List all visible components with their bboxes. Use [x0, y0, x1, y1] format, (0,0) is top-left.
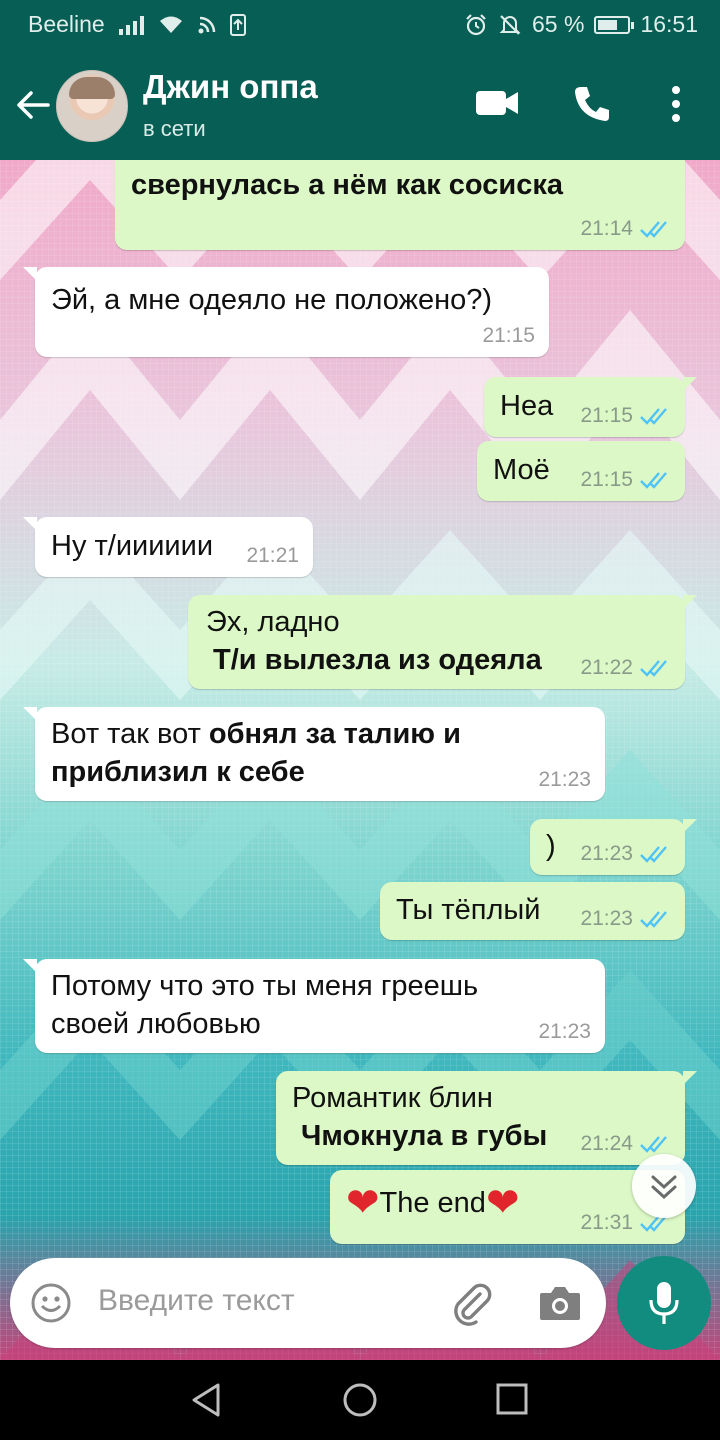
read-ticks-icon	[640, 1136, 667, 1153]
avatar[interactable]	[56, 70, 128, 142]
message-composer: Введите текст	[10, 1258, 606, 1348]
read-ticks-icon	[640, 660, 667, 677]
message-text-line1: Эх, ладно	[206, 606, 340, 638]
scroll-to-bottom-button[interactable]	[632, 1154, 696, 1218]
phone-icon[interactable]	[572, 84, 612, 124]
battery-percent: 65 %	[532, 11, 585, 37]
message-incoming[interactable]: Ну т/ииииии 21:21	[23, 517, 313, 577]
message-outgoing[interactable]: ) 21:23	[530, 819, 697, 875]
message-time: 21:15	[580, 468, 633, 491]
data-icon	[198, 16, 215, 33]
signal-icon	[118, 15, 144, 35]
message-text: Моё	[493, 454, 550, 486]
message-text: Неа	[500, 390, 554, 422]
message-time: 21:23	[580, 907, 633, 930]
message-incoming[interactable]: Эй, а мне одеяло не положено?) 21:15	[23, 267, 549, 357]
chevron-double-down-icon	[651, 1175, 677, 1200]
back-nav-icon[interactable]	[190, 1382, 222, 1418]
message-text: )	[546, 830, 556, 862]
message-text-line2: Чмокнула в губы	[301, 1120, 548, 1152]
read-ticks-icon	[640, 846, 667, 863]
read-ticks-icon	[640, 221, 667, 238]
back-arrow-icon[interactable]	[14, 86, 52, 124]
message-time: 21:23	[538, 1020, 591, 1043]
message-time: 21:14	[580, 217, 633, 240]
message-text-line2: приблизил к себе	[51, 756, 305, 788]
message-text-line2: своей любовью	[51, 1008, 261, 1040]
message-time: 21:23	[580, 842, 633, 865]
camera-icon[interactable]	[538, 1284, 582, 1322]
status-bar: Beeline 65 % 16:51	[0, 0, 720, 48]
read-ticks-icon	[640, 472, 667, 489]
contact-status: в сети	[143, 116, 206, 141]
message-outgoing[interactable]: Эх, ладно Т/и вылезла из одеяла 21:22	[188, 595, 697, 689]
read-ticks-icon	[640, 911, 667, 928]
more-vert-icon[interactable]	[668, 84, 684, 124]
home-nav-icon[interactable]	[342, 1382, 378, 1418]
message-incoming[interactable]: Вот так вот обнял за талию и приблизил к…	[23, 707, 605, 801]
chat-area[interactable]: свернулась а нём как сосиска 21:14 Эй, а…	[0, 160, 720, 1360]
mic-button[interactable]	[617, 1256, 711, 1350]
message-text-line1: Потому что это ты меня греешь	[51, 970, 479, 1002]
message-time: 21:24	[580, 1132, 633, 1155]
carrier-label: Beeline	[28, 11, 105, 37]
message-text: Эй, а мне одеяло не положено?)	[51, 284, 493, 316]
message-time: 21:31	[580, 1211, 633, 1234]
recents-nav-icon[interactable]	[496, 1383, 528, 1415]
message-text-line1: Вот так вот обнял за талию и	[51, 718, 461, 750]
heart-emoji: ❤	[346, 1181, 380, 1225]
message-text: ❤ The end ❤	[346, 1181, 520, 1225]
clock: 16:51	[640, 11, 698, 37]
message-incoming[interactable]: Потому что это ты меня греешь своей любо…	[23, 959, 605, 1053]
message-time: 21:23	[538, 768, 591, 791]
video-call-icon[interactable]	[474, 88, 520, 118]
message-time: 21:22	[580, 656, 633, 679]
system-nav-bar	[0, 1360, 720, 1440]
attach-icon[interactable]	[450, 1282, 494, 1326]
message-outgoing[interactable]: Моё 21:15	[477, 441, 685, 501]
message-outgoing[interactable]: Ты тёплый 21:23	[380, 882, 685, 940]
sim-icon	[229, 13, 246, 36]
message-input[interactable]: Введите текст	[98, 1284, 295, 1318]
message-outgoing[interactable]: Романтик блин Чмокнула в губы 21:24	[276, 1071, 697, 1165]
message-time: 21:21	[246, 544, 299, 567]
mic-icon	[649, 1282, 679, 1324]
battery-icon	[594, 15, 635, 34]
alarm-icon	[466, 13, 486, 35]
message-time: 21:15	[482, 324, 535, 347]
emoji-icon[interactable]	[30, 1282, 72, 1324]
chat-header: Джин оппа в сети	[0, 48, 720, 160]
message-text: Ну т/ииииии	[51, 530, 214, 562]
message-time: 21:15	[580, 404, 633, 427]
message-text: свернулась а нём как сосиска	[131, 169, 563, 201]
message-text-line1: Романтик блин	[292, 1082, 493, 1114]
mute-icon	[499, 14, 521, 35]
message-outgoing[interactable]: свернулась а нём как сосиска 21:14	[115, 160, 685, 250]
contact-name[interactable]: Джин оппа	[143, 68, 318, 106]
heart-emoji: ❤	[485, 1181, 520, 1225]
message-text: Ты тёплый	[396, 894, 541, 926]
message-outgoing[interactable]: Неа 21:15	[484, 377, 697, 437]
message-text-line2: Т/и вылезла из одеяла	[213, 644, 542, 676]
read-ticks-icon	[640, 408, 667, 425]
wifi-icon	[159, 16, 182, 33]
